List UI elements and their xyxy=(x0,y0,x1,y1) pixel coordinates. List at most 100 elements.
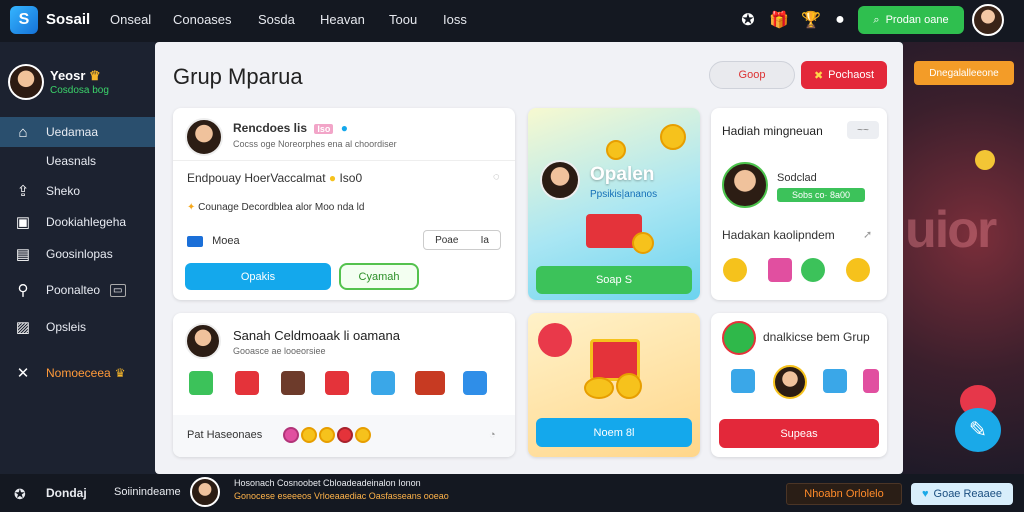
promo-pill[interactable]: Dnegalalleeone xyxy=(914,61,1014,85)
promo-button[interactable]: Soap S xyxy=(536,266,692,294)
sidebar-item-chart[interactable]: ▤ Goosinlopas xyxy=(0,239,155,269)
profile-avatar[interactable] xyxy=(8,64,44,100)
amount-suffix: Ia xyxy=(480,234,489,246)
card1-primary-button[interactable]: Opakis xyxy=(185,263,331,290)
top-bar: S Sosail Onseal Conoases Sosda Heavan To… xyxy=(0,0,1024,42)
settings-icon[interactable]: ✪ xyxy=(737,9,759,31)
gift-icon xyxy=(325,371,349,395)
message-icon[interactable]: ● xyxy=(829,9,851,31)
search-icon: ⌕ xyxy=(873,13,880,26)
avatar[interactable] xyxy=(190,477,220,507)
time-icon[interactable]: ◔ xyxy=(489,429,496,441)
sidebar-item-calendar[interactable]: ▣ Dookiahlegeha xyxy=(0,207,155,237)
top-cta-button[interactable]: ⌕ Prodan oane xyxy=(858,6,964,34)
amount-field[interactable]: Poae Ia xyxy=(423,230,501,250)
sidebar-item-home[interactable]: ⌂ Uedamaa xyxy=(0,117,163,147)
invite-button[interactable]: Supeas xyxy=(719,419,879,448)
compose-fab[interactable]: ✎ xyxy=(955,408,1001,452)
sidebar-item-sub[interactable]: Ueasnals xyxy=(0,146,155,176)
group-list-subtitle: Gooasce ae looeorsiee xyxy=(233,346,326,356)
group-button[interactable]: Goop xyxy=(709,61,795,89)
sidebar-item-label: Dookiahlegeha xyxy=(46,215,127,229)
gift-icon xyxy=(415,371,445,395)
app-logo[interactable]: S xyxy=(10,6,38,34)
coin-icon xyxy=(632,232,654,254)
profile-subtitle: Cosdosa bog xyxy=(50,85,109,96)
sidebar-item-person[interactable]: ✕ Nomoeceea ♛ xyxy=(0,358,155,388)
avatar[interactable] xyxy=(185,118,223,156)
flag-icon xyxy=(187,235,203,247)
post-line-1: Endpouay HoerVaccalmat ● Iso0 xyxy=(187,171,363,185)
primary-red-button[interactable]: ✖ Pochaost xyxy=(801,61,887,89)
reaction-icon xyxy=(355,427,371,443)
group-list-card: Sanah Celdmoaak li oamana Gooasce ae loo… xyxy=(173,313,515,457)
home-bottom-icon[interactable]: ✪ xyxy=(14,486,26,503)
gift-icon[interactable]: 🎁 xyxy=(768,9,790,31)
profile-name: Yeosr ♛ xyxy=(50,68,101,83)
trophy-icon[interactable]: 🏆 xyxy=(800,9,822,31)
coin-icon: ● xyxy=(328,171,337,185)
crown-icon: ♛ xyxy=(114,366,126,380)
group-list-footer: Pat Haseonaes xyxy=(187,429,263,441)
sidebar-item-label: Poonalteo xyxy=(46,283,101,297)
weekly-gift-card: Hadiah mingneuan ~~ Sodclad Sobs co· 8a0… xyxy=(711,108,887,300)
heart-icon: ♥ xyxy=(921,488,929,500)
ticker-line-2: Gonocese eseeeos Vrloeaaediac Oasfassean… xyxy=(234,491,449,501)
person-icon: ✕ xyxy=(16,365,30,382)
sidebar-item-label: Goosinlopas xyxy=(46,247,113,261)
reaction-icon xyxy=(337,427,353,443)
reward-button[interactable]: Noem 8l xyxy=(536,418,692,447)
gift-icon xyxy=(281,371,305,395)
author-tag: Iso xyxy=(314,124,334,134)
logo-icon xyxy=(538,323,572,357)
coin-icon xyxy=(606,140,626,160)
post-subtitle: Cocss oge Noreorphes ena al choordiser xyxy=(233,139,397,149)
avatar[interactable] xyxy=(540,160,580,200)
nav-item-4[interactable]: Heavan xyxy=(320,12,365,27)
promo-subtitle: Ppsikis|ananos xyxy=(590,189,658,200)
sidebar: Yeosr ♛ Cosdosa bog ⌂ Uedamaa Ueasnals ⇪… xyxy=(0,42,163,474)
gift-icon xyxy=(371,371,395,395)
weekly-gift-badge: Sobs co· 8a00 xyxy=(777,188,865,202)
gift-icon xyxy=(768,258,792,282)
avatar[interactable] xyxy=(185,323,221,359)
weekly-gift-title: Hadiah mingneuan xyxy=(722,124,823,138)
gift-icon xyxy=(863,369,879,393)
sidebar-item-share[interactable]: ⇪ Sheko xyxy=(0,176,155,206)
nav-item-3[interactable]: Sosda xyxy=(258,12,295,27)
sidebar-item-image[interactable]: ▨ Opsleis xyxy=(0,312,155,342)
weekly-pill[interactable]: ~~ xyxy=(847,121,879,139)
share-icon: ⇪ xyxy=(16,183,30,200)
user-avatar[interactable] xyxy=(972,4,1004,36)
card1-secondary-button[interactable]: Cyamah xyxy=(339,263,419,290)
background-word: uior xyxy=(905,201,997,259)
chart-icon: ▤ xyxy=(15,246,31,263)
nav-item-6[interactable]: Ioss xyxy=(443,12,467,27)
group-invite-card: dnalkicse bem Grup Supeas xyxy=(711,313,887,457)
nav-item-1[interactable]: Onseal xyxy=(110,12,151,27)
coin-icon xyxy=(846,258,870,282)
location-icon: ⚲ xyxy=(17,282,29,299)
share-icon[interactable]: ➚ xyxy=(863,228,872,241)
gift-icon xyxy=(189,371,213,395)
sidebar-item-label: Ueasnals xyxy=(46,154,97,168)
top-cta-label: Prodan oane xyxy=(885,14,949,26)
avatar[interactable] xyxy=(722,162,768,208)
bottom-orange-button[interactable]: Nhoabn Orlolelo xyxy=(786,483,902,505)
reaction-icon xyxy=(283,427,299,443)
post-card: Rencdoes lis Iso ● Cocss oge Noreorphes … xyxy=(173,108,515,300)
reward-card: Noem 8l xyxy=(528,313,700,457)
gift-icon xyxy=(823,369,847,393)
image-icon: ▨ xyxy=(15,319,31,336)
more-icon[interactable]: ◌ xyxy=(493,171,500,183)
reaction-icon xyxy=(301,427,317,443)
bottom-left-label[interactable]: Dondaj xyxy=(46,486,87,500)
post-author: Rencdoes lis Iso ● xyxy=(233,121,348,135)
nav-item-5[interactable]: Toou xyxy=(389,12,417,27)
sidebar-item-location[interactable]: ⚲ Poonalteo ▭ xyxy=(0,275,155,305)
avatar xyxy=(773,365,807,399)
emoji-icon xyxy=(975,150,995,170)
nav-item-2[interactable]: Conoases xyxy=(173,12,232,27)
group-icon xyxy=(722,321,756,355)
bottom-blue-button[interactable]: ♥ Goae Reaaee xyxy=(911,483,1013,505)
